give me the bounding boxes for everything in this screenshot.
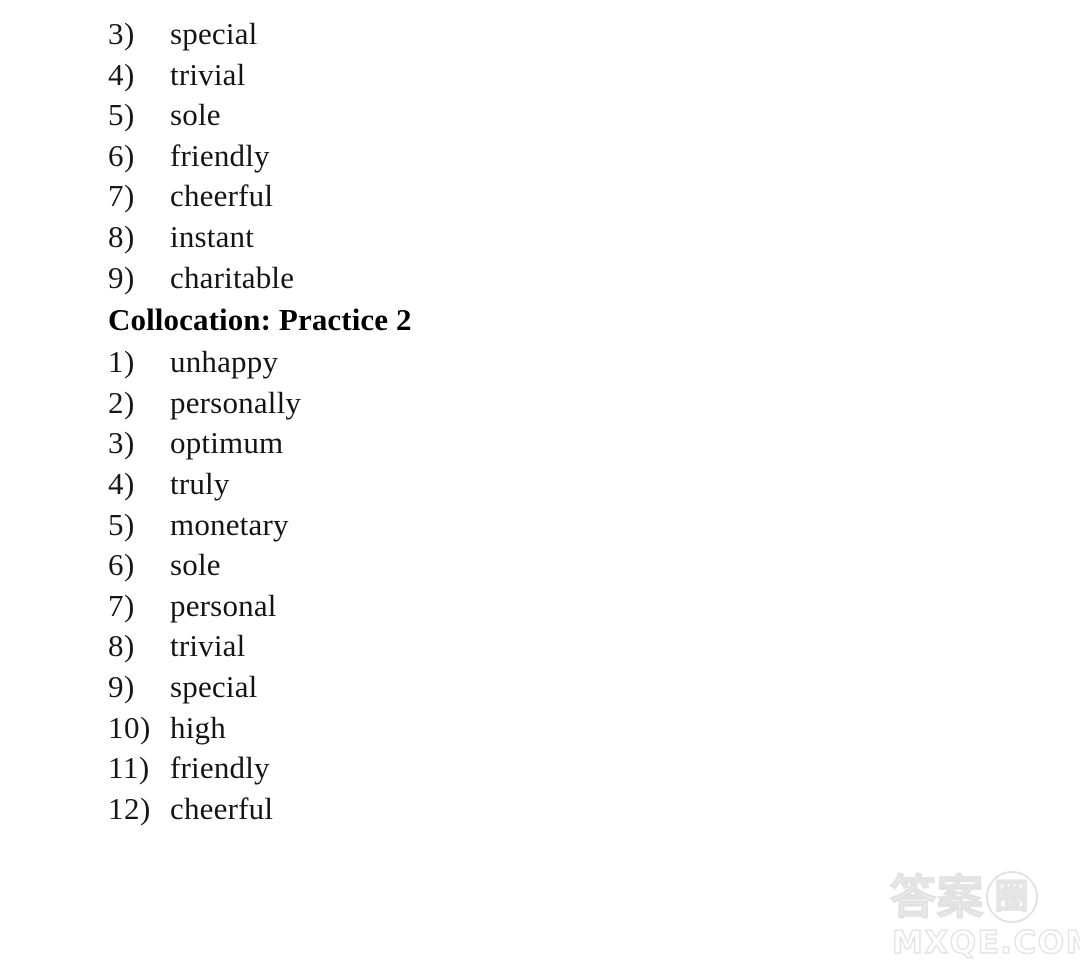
section-heading: Collocation: Practice 2 (108, 302, 412, 338)
list-item-number: 12) (108, 790, 151, 826)
list-item-word: sole (170, 97, 221, 133)
list-item: 1) unhappy (108, 342, 868, 383)
list-item-number: 9) (108, 668, 135, 704)
list-item-word: personally (170, 384, 302, 420)
list-item-number: 7) (108, 178, 135, 214)
watermark-cjk-prefix: 答案 (889, 870, 984, 924)
list-item-word: instant (170, 218, 255, 254)
list-item-number: 4) (108, 465, 135, 501)
list-item-number: 2) (108, 384, 135, 420)
list-item-word: cheerful (170, 178, 274, 214)
list-item-word: unhappy (170, 344, 279, 380)
list-item-number: 4) (108, 56, 135, 92)
list-item-number: 3) (108, 16, 135, 51)
document-page: 3) special 4) trivial 5) sole 6) friendl… (0, 0, 1080, 975)
list-item-word: high (170, 709, 226, 745)
answer-key-content: 3) special 4) trivial 5) sole 6) friendl… (108, 14, 868, 829)
watermark-logo-text: 答案圈 (889, 868, 1072, 926)
list-item-word: friendly (170, 137, 270, 173)
list-item-number: 1) (108, 344, 135, 380)
list-item-word: trivial (170, 628, 246, 664)
list-item-number: 8) (108, 218, 135, 254)
list-item: 7) cheerful (108, 176, 868, 217)
list-item: 6) friendly (108, 136, 868, 177)
list-item-word: sole (170, 547, 221, 583)
list-item: 6) sole (108, 545, 868, 586)
list-item-number: 11) (108, 750, 150, 786)
list-item-number: 5) (108, 506, 135, 542)
list-item: 11) friendly (108, 748, 868, 789)
list-item: 12) cheerful (108, 789, 868, 830)
list-item: 3) special (108, 14, 868, 55)
watermark: 答案圈 MXQE.COM (889, 868, 1080, 968)
list-item-word: special (170, 16, 258, 51)
list-item: 10) high (108, 708, 868, 749)
list-item: 5) sole (108, 95, 868, 136)
list-item: 4) truly (108, 464, 868, 505)
list-item-number: 3) (108, 425, 135, 461)
list-item-word: friendly (170, 750, 270, 786)
list-item-word: personal (170, 587, 277, 623)
list-item-word: cheerful (170, 790, 274, 826)
list-item-word: special (170, 668, 258, 704)
answer-list-continued: 3) special 4) trivial 5) sole 6) friendl… (108, 14, 868, 298)
list-item-word: trivial (170, 56, 246, 92)
list-item: 5) monetary (108, 505, 868, 546)
watermark-domain: MXQE.COM (891, 925, 1080, 961)
list-item-word: charitable (170, 259, 295, 295)
list-item: 9) special (108, 667, 868, 708)
list-item-word: monetary (170, 506, 289, 542)
list-item: 9) charitable (108, 258, 868, 299)
list-item: 8) instant (108, 217, 868, 258)
list-item-word: optimum (170, 425, 284, 461)
watermark-cjk-circled: 圈 (986, 871, 1038, 923)
list-item-number: 6) (108, 547, 135, 583)
answer-list-collocation-practice-2: 1) unhappy 2) personally 3) optimum 4) t… (108, 342, 868, 829)
list-item-number: 5) (108, 97, 135, 133)
list-item-number: 8) (108, 628, 135, 664)
list-item-word: truly (170, 465, 230, 501)
list-item-number: 7) (108, 587, 135, 623)
list-item-number: 9) (108, 259, 135, 295)
list-item: 4) trivial (108, 55, 868, 96)
list-item: 3) optimum (108, 423, 868, 464)
list-item: 7) personal (108, 586, 868, 627)
list-item-number: 6) (108, 137, 135, 173)
list-item: 2) personally (108, 383, 868, 424)
list-item-number: 10) (108, 709, 151, 745)
list-item: 8) trivial (108, 626, 868, 667)
